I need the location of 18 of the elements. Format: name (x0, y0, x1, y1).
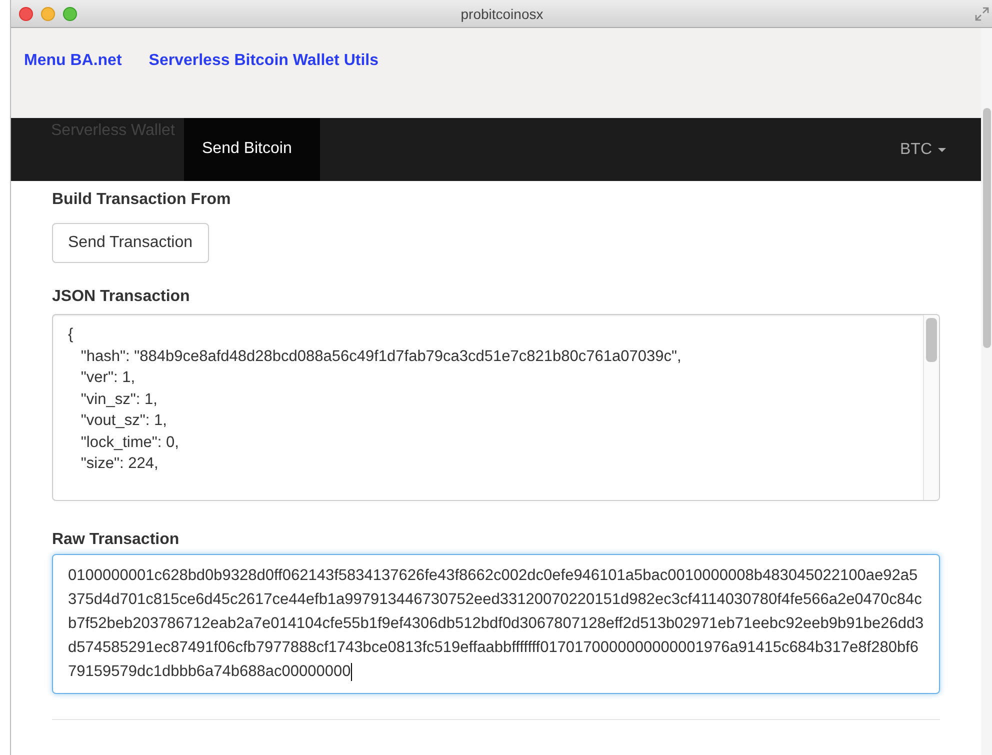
section-heading: Raw Transaction (52, 531, 180, 549)
scrollbar-thumb[interactable] (926, 318, 937, 362)
header-link[interactable]: Menu BA.net (24, 52, 122, 70)
zoom-button[interactable] (63, 6, 77, 20)
scrollbar-thumb[interactable] (983, 108, 991, 348)
header-link[interactable]: Serverless Bitcoin Wallet Utils (148, 52, 378, 70)
send-transaction-button[interactable]: Send Transaction (52, 223, 209, 263)
close-button[interactable] (19, 6, 33, 20)
caret-icon (938, 148, 946, 152)
fullscreen-icon[interactable] (975, 7, 989, 21)
nav-tab[interactable]: Send Bitcoin (184, 118, 320, 181)
section-heading: Build Transaction From (52, 191, 231, 209)
raw-transaction-text-area[interactable]: 0100000001c628bd0b9328d0ff062143f5834137626fe43f8662c002dc0efe946101a5bac0010000008b483045022100ae92a5375d4d701c815ce6d45c2617ce44efb1a997913446730752eed33120070220151d982ec3cf4114030780f4fe566a2e0470c84cb7f52beb203786712eab2a7e014104cfe55b1f9ef4306db512bdf0d3067807128eff2d513b02971eb71eebc92eeb9b91be26dd3d574585291ec87491f06cfb7977888cf1743bce0813fc519effaabbfffffff0170170000000000001976a91415c684b317e8f280bf679159579dc1dbbb6a74b688ac00000000 (52, 554, 940, 694)
section-heading: JSON Transaction (52, 288, 190, 306)
minimize-button[interactable] (41, 6, 55, 20)
window-title: probitcoinosx (460, 6, 544, 22)
json-text-area[interactable]: { "hash": "884b9ce8afd48d28bcd088a56c49f1d7fab79ca3cd51e7c821b80c761a07039c", "ver": 1, "vin_sz": 1, "vout_sz": 1, "lock_time": 0, "size": 224, (52, 314, 940, 501)
currency-dropdown[interactable]: BTC (885, 118, 981, 181)
